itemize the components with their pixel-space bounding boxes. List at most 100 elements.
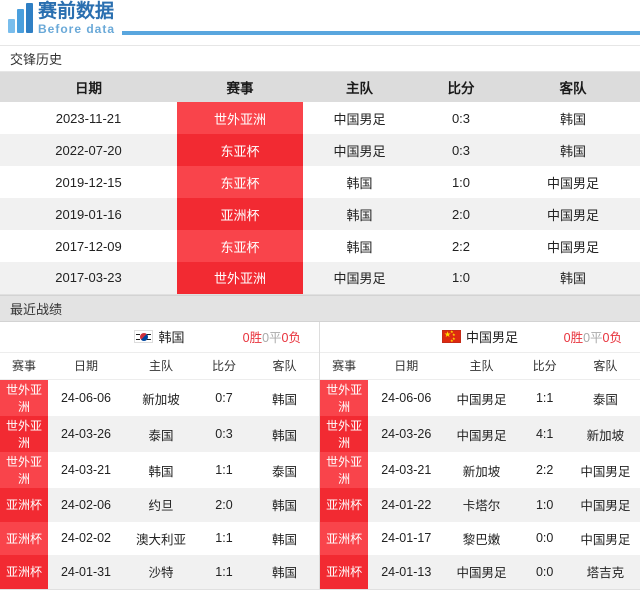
recent-left-col-away: 客队: [250, 352, 319, 380]
list-item[interactable]: 亚洲杯 24-01-17 黎巴嫩 0:0 中国男足: [320, 521, 640, 555]
cell-home: 新加坡: [444, 452, 519, 488]
cell-home: 中国男足: [303, 134, 416, 166]
site-logo[interactable]: 赛前数据 Before data: [8, 2, 115, 35]
record-wins-left: 0胜: [242, 331, 263, 345]
recent-form-right: ★ ★ ★ ★ ★ 中国男足 0胜0平0负 赛事 日期 主队 比分 客队 世外亚…: [320, 321, 640, 589]
cell-score: 1:0: [416, 262, 506, 295]
cell-competition: 亚洲杯: [0, 488, 48, 522]
list-item[interactable]: 亚洲杯 24-02-06 约旦 2:0 韩国: [0, 488, 319, 522]
cell-date: 24-03-21: [48, 452, 124, 488]
cell-date: 24-01-31: [48, 555, 124, 589]
header-divider-line: [122, 31, 640, 35]
cell-away: 中国男足: [570, 521, 640, 555]
record-wins-right: 0胜: [563, 331, 584, 345]
h2h-col-comp: 赛事: [177, 72, 303, 102]
cell-score: 2:0: [416, 198, 506, 230]
cell-away: 新加坡: [570, 416, 640, 452]
cell-competition: 东亚杯: [177, 134, 303, 166]
recent-right-col-home: 主队: [444, 352, 519, 380]
recent-right-header-row: 赛事 日期 主队 比分 客队: [320, 352, 640, 380]
cell-score: 1:0: [416, 166, 506, 198]
cell-away: 韩国: [250, 521, 319, 555]
cell-away: 中国男足: [570, 488, 640, 522]
cell-competition: 世外亚洲: [320, 452, 369, 488]
cell-away: 泰国: [250, 452, 319, 488]
recent-right-col-date: 日期: [368, 352, 445, 380]
h2h-section-title: 交锋历史: [0, 45, 640, 72]
cell-away: 中国男足: [570, 452, 640, 488]
cell-score: 2:2: [416, 230, 506, 262]
cell-away: 泰国: [570, 379, 640, 416]
cell-score: 0:3: [416, 102, 506, 134]
record-draws-right: 0平: [583, 331, 603, 345]
cell-date: 24-06-06: [48, 379, 124, 416]
list-item[interactable]: 亚洲杯 24-02-02 澳大利亚 1:1 韩国: [0, 521, 319, 555]
list-item[interactable]: 亚洲杯 24-01-22 卡塔尔 1:0 中国男足: [320, 488, 640, 522]
cell-away: 中国男足: [506, 198, 640, 230]
cell-away: 韩国: [250, 488, 319, 522]
cell-competition: 东亚杯: [177, 166, 303, 198]
recent-form-left: 韩国 0胜0平0负 赛事 日期 主队 比分 客队 世外亚洲 24-06-06 新…: [0, 321, 320, 589]
team-name-left: 韩国: [158, 330, 185, 345]
recent-left-header-row: 赛事 日期 主队 比分 客队: [0, 352, 319, 380]
cell-home: 澳大利亚: [124, 521, 198, 555]
list-item[interactable]: 世外亚洲 24-06-06 新加坡 0:7 韩国: [0, 379, 319, 416]
cell-home: 中国男足: [444, 555, 519, 589]
list-item[interactable]: 世外亚洲 24-03-26 中国男足 4:1 新加坡: [320, 416, 640, 452]
cell-score: 0:3: [416, 134, 506, 166]
korea-flag-icon: [134, 330, 154, 343]
cell-competition: 亚洲杯: [0, 521, 48, 555]
list-item[interactable]: 世外亚洲 24-03-26 泰国 0:3 韩国: [0, 416, 319, 452]
cell-score: 0:7: [198, 379, 250, 416]
cell-score: 2:0: [198, 488, 250, 522]
cell-score: 4:1: [518, 416, 571, 452]
record-losses-right: 0负: [602, 331, 622, 345]
cell-competition: 东亚杯: [177, 230, 303, 262]
h2h-header-row: 日期 赛事 主队 比分 客队: [0, 72, 640, 102]
cell-date: 2019-12-15: [0, 166, 177, 198]
table-row[interactable]: 2017-12-09 东亚杯 韩国 2:2 中国男足: [0, 230, 640, 262]
table-row[interactable]: 2019-01-16 亚洲杯 韩国 2:0 中国男足: [0, 198, 640, 230]
cell-home: 卡塔尔: [444, 488, 519, 522]
logo-title-cn: 赛前数据: [38, 1, 115, 22]
h2h-col-away: 客队: [506, 72, 640, 102]
table-row[interactable]: 2017-03-23 世外亚洲 中国男足 1:0 韩国: [0, 262, 640, 295]
list-item[interactable]: 亚洲杯 24-01-13 中国男足 0:0 塔吉克: [320, 555, 640, 589]
recent-left-col-date: 日期: [48, 352, 124, 380]
list-item[interactable]: 世外亚洲 24-06-06 中国男足 1:1 泰国: [320, 379, 640, 416]
table-row[interactable]: 2019-12-15 东亚杯 韩国 1:0 中国男足: [0, 166, 640, 198]
recent-right-col-away: 客队: [570, 352, 640, 380]
recent-form-panel: 韩国 0胜0平0负 赛事 日期 主队 比分 客队 世外亚洲 24-06-06 新…: [0, 321, 640, 590]
table-row[interactable]: 2023-11-21 世外亚洲 中国男足 0:3 韩国: [0, 102, 640, 134]
cell-date: 2019-01-16: [0, 198, 177, 230]
cell-home: 沙特: [124, 555, 198, 589]
cell-date: 2023-11-21: [0, 102, 177, 134]
cell-date: 24-01-13: [368, 555, 445, 589]
cell-score: 1:0: [518, 488, 571, 522]
recent-right-col-score: 比分: [518, 352, 571, 380]
cell-competition: 亚洲杯: [320, 555, 369, 589]
h2h-col-date: 日期: [0, 72, 177, 102]
cell-away: 韩国: [250, 416, 319, 452]
table-row[interactable]: 2022-07-20 东亚杯 中国男足 0:3 韩国: [0, 134, 640, 166]
cell-date: 2017-03-23: [0, 262, 177, 295]
team-name-right: 中国男足: [465, 330, 518, 345]
list-item[interactable]: 世外亚洲 24-03-21 韩国 1:1 泰国: [0, 452, 319, 488]
cell-score: 2:2: [518, 452, 571, 488]
china-flag-icon: ★ ★ ★ ★ ★: [441, 330, 461, 343]
cell-away: 韩国: [506, 262, 640, 295]
cell-competition: 世外亚洲: [320, 416, 369, 452]
logo-title-en: Before data: [38, 22, 116, 36]
cell-date: 2017-12-09: [0, 230, 177, 262]
cell-score: 1:1: [198, 555, 250, 589]
recent-right-col-comp: 赛事: [320, 352, 369, 380]
cell-date: 24-03-21: [368, 452, 445, 488]
cell-home: 中国男足: [444, 379, 519, 416]
cell-home: 约旦: [124, 488, 198, 522]
cell-home: 中国男足: [444, 416, 519, 452]
cell-date: 24-03-26: [368, 416, 445, 452]
list-item[interactable]: 亚洲杯 24-01-31 沙特 1:1 韩国: [0, 555, 319, 589]
cell-home: 泰国: [124, 416, 198, 452]
list-item[interactable]: 世外亚洲 24-03-21 新加坡 2:2 中国男足: [320, 452, 640, 488]
cell-away: 韩国: [506, 134, 640, 166]
